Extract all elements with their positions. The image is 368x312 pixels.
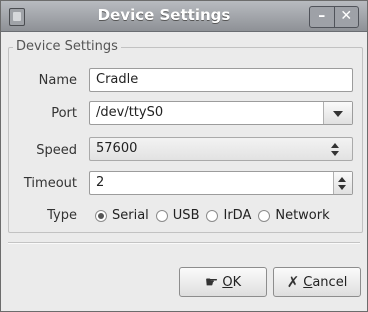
chevron-down-icon xyxy=(333,111,343,117)
down-arrow-icon xyxy=(331,151,339,156)
radio-network[interactable]: Network xyxy=(258,208,330,223)
port-dropdown-button[interactable] xyxy=(323,102,352,124)
cancel-x-icon: ✗ xyxy=(286,273,300,291)
device-settings-window: Device Settings – ✕ Device Settings Name… xyxy=(0,0,368,312)
minimize-button[interactable]: – xyxy=(310,7,334,27)
ok-mnemonic: O xyxy=(222,274,233,290)
spin-up-icon[interactable] xyxy=(338,177,346,182)
speed-select-arrows[interactable] xyxy=(324,138,352,160)
radio-usb[interactable]: USB xyxy=(155,208,200,223)
frame-label: Device Settings xyxy=(13,39,121,54)
port-label: Port xyxy=(51,106,77,121)
window-menu-icon[interactable] xyxy=(9,8,25,26)
speed-label: Speed xyxy=(36,143,77,158)
ok-button[interactable]: ☛ OK xyxy=(179,267,267,297)
timeout-label: Timeout xyxy=(23,176,77,191)
cancel-button[interactable]: ✗ Cancel xyxy=(273,267,361,297)
radio-selected-icon[interactable] xyxy=(95,209,107,222)
radio-unselected-icon[interactable] xyxy=(258,209,271,222)
timeout-spin-buttons[interactable] xyxy=(333,172,352,194)
cancel-label: ancel xyxy=(312,274,348,290)
name-field[interactable]: Cradle xyxy=(89,68,353,92)
ok-hand-icon: ☛ xyxy=(204,273,219,291)
radio-serial[interactable]: Serial xyxy=(95,208,149,223)
window-buttons: – ✕ xyxy=(309,6,359,28)
separator xyxy=(8,242,360,244)
spin-down-icon[interactable] xyxy=(338,185,346,190)
up-arrow-icon xyxy=(331,143,339,148)
ok-label: K xyxy=(232,274,242,290)
cancel-mnemonic: C xyxy=(303,274,313,290)
speed-value: 57600 xyxy=(96,141,138,156)
window-title: Device Settings xyxy=(97,6,231,24)
radio-irda[interactable]: IrDA xyxy=(206,208,251,223)
type-label: Type xyxy=(47,208,77,223)
radio-unselected-icon[interactable] xyxy=(206,209,219,222)
radio-serial-label: Serial xyxy=(112,208,149,223)
name-label: Name xyxy=(38,73,77,88)
radio-unselected-icon[interactable] xyxy=(155,209,168,222)
timeout-spinbutton[interactable]: 2 xyxy=(89,171,353,195)
timeout-value[interactable]: 2 xyxy=(96,175,104,190)
port-value[interactable]: /dev/ttyS0 xyxy=(96,105,163,120)
radio-network-label: Network xyxy=(275,208,330,223)
title-bar[interactable]: Device Settings – ✕ xyxy=(1,1,367,32)
type-radio-group: Serial USB IrDA Network xyxy=(95,208,337,223)
port-combo[interactable]: /dev/ttyS0 xyxy=(89,101,353,125)
radio-irda-label: IrDA xyxy=(223,208,252,223)
speed-select[interactable]: 57600 xyxy=(89,137,353,161)
radio-usb-label: USB xyxy=(172,208,200,223)
close-button[interactable]: ✕ xyxy=(333,7,359,27)
